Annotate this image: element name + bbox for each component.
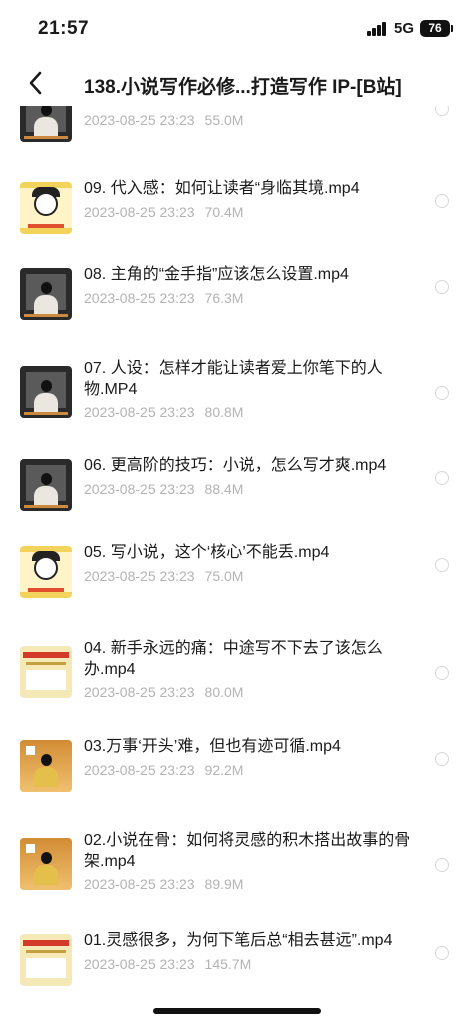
file-meta: 2023-08-25 23:23 92.2M: [84, 762, 243, 778]
file-name: 06. 更高阶的技巧：小说，怎么写才爽.mp4: [84, 457, 387, 474]
file-date: 2023-08-25 23:23: [84, 684, 195, 700]
file-name: 05. 写小说，这个‘核心’不能丢.mp4: [84, 544, 330, 561]
file-date: 2023-08-25 23:23: [84, 112, 195, 128]
network-type: 5G: [394, 20, 415, 37]
file-size: 92.2M: [204, 762, 244, 778]
chevron-left-icon: [29, 71, 42, 95]
file-size: 89.9M: [204, 876, 244, 892]
video-thumbnail: [20, 182, 72, 234]
status-time: 21:57: [38, 18, 90, 39]
select-radio[interactable]: [435, 106, 449, 116]
file-name: 07. 人设：怎样才能让读者爱上你笔下的人物.MP4: [84, 360, 383, 398]
file-meta: 2023-08-25 23:23 75.0M: [84, 568, 243, 584]
file-name: 09. 代入感：如何让读者“身临其境.mp4: [84, 180, 360, 197]
file-size: 80.0M: [204, 684, 244, 700]
signal-icon: [367, 22, 387, 36]
list-item[interactable]: 08. 主角的“金手指”应该怎么设置.mp4 2023-08-25 23:23 76…: [0, 248, 473, 338]
video-thumbnail: [20, 546, 72, 598]
file-meta: 2023-08-25 23:23 55.0M: [84, 112, 243, 128]
file-meta: 2023-08-25 23:23 70.4M: [84, 204, 243, 220]
list-item[interactable]: 02.小说在骨：如何将灵感的积木搭出故事的骨架.mp4 2023-08-25 23…: [0, 814, 473, 904]
list-item[interactable]: 01.灵感很多，为何下笔后总“相去甚远”.mp4 2023-08-25 23:23…: [0, 914, 473, 1004]
list-item[interactable]: 09. 代入感：如何让读者“身临其境.mp4 2023-08-25 23:23 70…: [0, 162, 473, 252]
file-name: 08. 主角的“金手指”应该怎么设置.mp4: [84, 266, 349, 283]
select-radio[interactable]: [435, 858, 449, 872]
video-thumbnail: [20, 459, 72, 511]
file-date: 2023-08-25 23:23: [84, 481, 195, 497]
video-thumbnail: [20, 838, 72, 890]
file-date: 2023-08-25 23:23: [84, 568, 195, 584]
file-date: 2023-08-25 23:23: [84, 876, 195, 892]
file-meta: 2023-08-25 23:23 80.8M: [84, 404, 243, 420]
file-size: 70.4M: [204, 204, 244, 220]
select-radio[interactable]: [435, 946, 449, 960]
back-button[interactable]: [22, 68, 50, 98]
select-radio[interactable]: [435, 386, 449, 400]
file-list[interactable]: 10. 感情线，原来可以这么写.mp4 2023-08-25 23:23 55.0M…: [0, 106, 473, 1024]
list-item[interactable]: 10. 感情线，原来可以这么写.mp4 2023-08-25 23:23 55.0M: [0, 106, 473, 160]
file-meta: 2023-08-25 23:23 88.4M: [84, 481, 243, 497]
select-radio[interactable]: [435, 194, 449, 208]
status-bar: 21:57 5G 76: [0, 0, 473, 56]
file-date: 2023-08-25 23:23: [84, 404, 195, 420]
select-radio[interactable]: [435, 280, 449, 294]
list-item[interactable]: 06. 更高阶的技巧：小说，怎么写才爽.mp4 2023-08-25 23:23 8…: [0, 439, 473, 529]
file-size: 76.3M: [204, 290, 244, 306]
file-size: 75.0M: [204, 568, 244, 584]
file-size: 88.4M: [204, 481, 244, 497]
video-thumbnail: [20, 740, 72, 792]
select-radio[interactable]: [435, 666, 449, 680]
file-name: 03.万事‘开头’难，但也有迹可循.mp4: [84, 738, 341, 755]
battery-icon: 76: [420, 20, 453, 37]
file-size: 145.7M: [204, 956, 252, 972]
file-date: 2023-08-25 23:23: [84, 762, 195, 778]
nav-bar: 138.小说写作必修...打造写作 IP-[B站]: [0, 60, 473, 106]
file-size: 80.8M: [204, 404, 244, 420]
page-title: 138.小说写作必修...打造写作 IP-[B站]: [84, 77, 402, 98]
select-radio[interactable]: [435, 752, 449, 766]
file-meta: 2023-08-25 23:23 80.0M: [84, 684, 243, 700]
file-meta: 2023-08-25 23:23 89.9M: [84, 876, 243, 892]
video-thumbnail: [20, 268, 72, 320]
file-name: 10. 感情线，原来可以这么写.mp4: [84, 106, 424, 107]
home-indicator: [153, 1008, 321, 1014]
file-size: 55.0M: [204, 112, 244, 128]
file-name: 02.小说在骨：如何将灵感的积木搭出故事的骨架.mp4: [84, 832, 411, 870]
file-name: 04. 新手永远的痛：中途写不下去了该怎么办.mp4: [84, 640, 383, 678]
file-meta: 2023-08-25 23:23 145.7M: [84, 956, 251, 972]
video-thumbnail: [20, 934, 72, 986]
video-thumbnail: [20, 646, 72, 698]
select-radio[interactable]: [435, 558, 449, 572]
file-date: 2023-08-25 23:23: [84, 290, 195, 306]
list-item[interactable]: 05. 写小说，这个‘核心’不能丢.mp4 2023-08-25 23:23 75.…: [0, 526, 473, 616]
video-thumbnail: [20, 106, 72, 142]
list-item[interactable]: 03.万事‘开头’难，但也有迹可循.mp4 2023-08-25 23:23 92.…: [0, 720, 473, 810]
file-date: 2023-08-25 23:23: [84, 956, 195, 972]
list-item[interactable]: 07. 人设：怎样才能让读者爱上你笔下的人物.MP4 2023-08-25 23:…: [0, 342, 473, 432]
file-name: 01.灵感很多，为何下笔后总“相去甚远”.mp4: [84, 932, 393, 949]
select-radio[interactable]: [435, 471, 449, 485]
video-thumbnail: [20, 366, 72, 418]
file-date: 2023-08-25 23:23: [84, 204, 195, 220]
list-item[interactable]: 04. 新手永远的痛：中途写不下去了该怎么办.mp4 2023-08-25 23:…: [0, 622, 473, 712]
file-meta: 2023-08-25 23:23 76.3M: [84, 290, 243, 306]
